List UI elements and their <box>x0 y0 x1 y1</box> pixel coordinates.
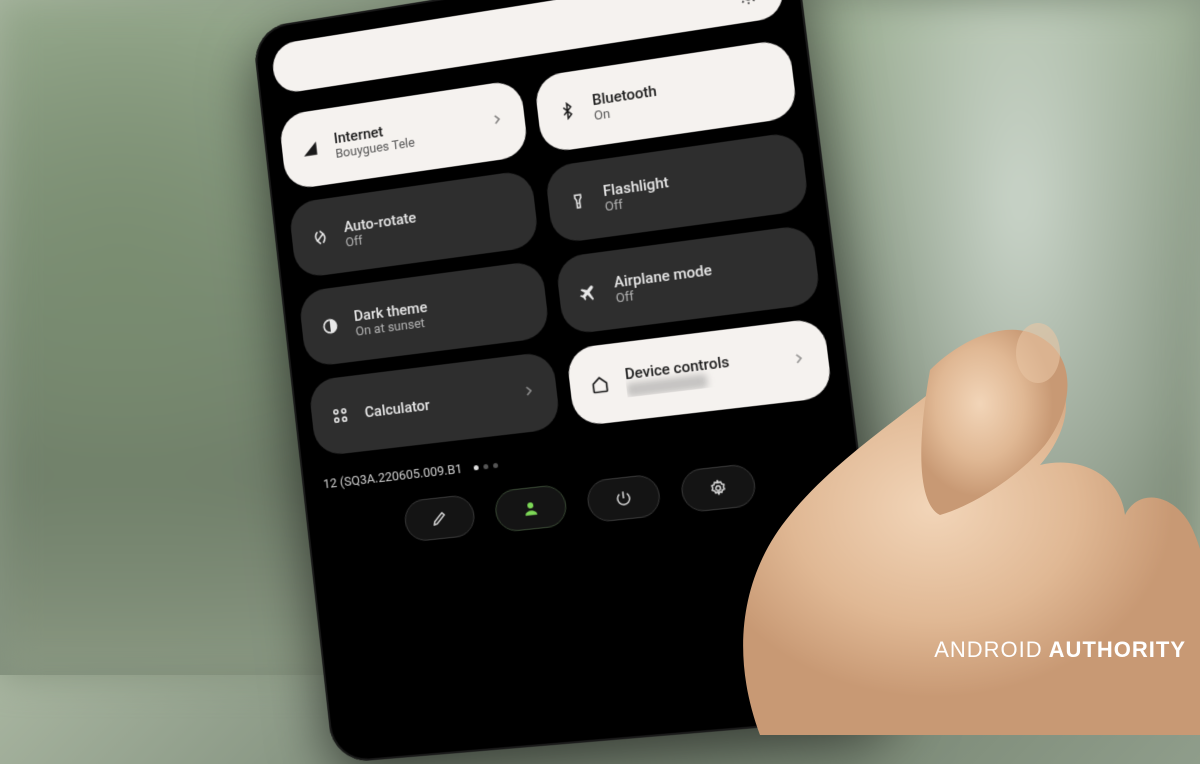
tile-calculator[interactable]: Calculator <box>308 351 561 457</box>
chevron-right-icon <box>790 349 811 372</box>
power-button[interactable] <box>585 473 662 523</box>
page-dot <box>474 465 479 470</box>
watermark-word-1: ANDROID <box>934 637 1042 663</box>
signal-icon <box>298 136 323 162</box>
build-text: 12 (SQ3A.220605.009.B1 <box>323 462 464 492</box>
bluetooth-icon <box>554 97 580 124</box>
tile-internet[interactable]: Internet Bouygues Tele <box>278 79 529 190</box>
watermark: ANDROID AUTHORITY <box>934 637 1186 663</box>
page-indicator <box>474 463 499 471</box>
tile-flashlight[interactable]: Flashlight Off <box>544 131 809 244</box>
settings-button[interactable] <box>679 463 757 513</box>
edit-button[interactable] <box>403 494 477 543</box>
tile-title: Calculator <box>364 387 509 422</box>
chevron-right-icon <box>520 382 540 404</box>
user-button[interactable] <box>493 484 568 533</box>
home-icon <box>587 371 614 398</box>
chevron-right-icon <box>488 110 508 132</box>
page-dot <box>493 463 498 468</box>
tile-airplane-mode[interactable]: Airplane mode Off <box>555 224 821 335</box>
dark-theme-icon <box>318 313 343 339</box>
tile-auto-rotate[interactable]: Auto-rotate Off <box>288 169 539 278</box>
flashlight-icon <box>565 188 591 215</box>
quick-settings-tiles: Internet Bouygues Tele Bluetooth On <box>278 38 833 456</box>
rotate-icon <box>308 224 333 250</box>
watermark-word-2: AUTHORITY <box>1049 637 1186 663</box>
calculator-icon <box>328 403 353 429</box>
airplane-icon <box>576 279 603 306</box>
phone-screen: Internet Bouygues Tele Bluetooth On <box>252 0 892 764</box>
tile-device-controls[interactable]: Device controls <box>566 317 833 426</box>
tile-dark-theme[interactable]: Dark theme On at sunset <box>298 260 550 368</box>
phone-frame: Internet Bouygues Tele Bluetooth On <box>252 0 892 764</box>
brightness-icon <box>734 0 761 10</box>
page-dot <box>483 464 488 469</box>
